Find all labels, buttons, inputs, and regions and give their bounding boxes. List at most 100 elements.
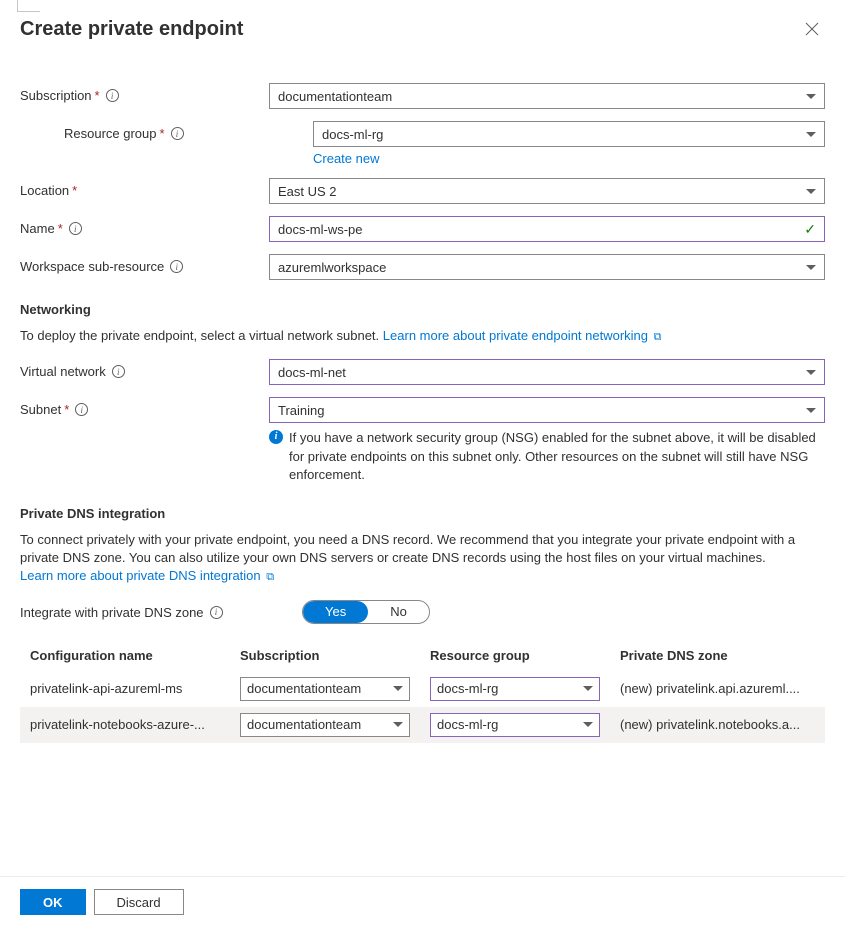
cell-subscription: documentationteam (230, 671, 420, 707)
location-input-col: East US 2 (269, 178, 825, 204)
subresource-row: Workspace sub-resource i azuremlworkspac… (20, 254, 825, 280)
subresource-label-col: Workspace sub-resource i (20, 254, 269, 274)
integrate-dns-label: Integrate with private DNS zone (20, 605, 204, 620)
page-title: Create private endpoint (20, 18, 243, 41)
subnet-input-col: Training i If you have a network securit… (269, 397, 825, 484)
subscription-row: Subscription * i documentationteam (20, 83, 825, 109)
chevron-down-icon (583, 722, 593, 727)
integrate-dns-toggle-col: Yes No (296, 600, 430, 624)
external-link-icon: ⧉ (266, 571, 274, 583)
subnet-label-col: Subnet * i (20, 397, 269, 417)
chevron-down-icon (806, 94, 816, 99)
check-icon: ✓ (804, 221, 816, 238)
cell-subscription: documentationteam (230, 707, 420, 743)
dns-help-text: To connect privately with your private e… (20, 532, 795, 565)
integrate-dns-label-col: Integrate with private DNS zone i (20, 600, 296, 620)
cell-config: privatelink-api-azureml-ms (20, 671, 230, 707)
row-subscription-value: documentationteam (247, 681, 361, 696)
subnet-value: Training (278, 403, 324, 418)
panel-header: Create private endpoint (20, 18, 825, 43)
dns-learn-more-link[interactable]: Learn more about private DNS integration… (20, 568, 274, 583)
info-icon[interactable]: i (112, 365, 125, 378)
footer: OK Discard (0, 876, 845, 927)
info-icon[interactable]: i (69, 222, 82, 235)
vnet-row: Virtual network i docs-ml-net (20, 359, 825, 385)
vnet-select[interactable]: docs-ml-net (269, 359, 825, 385)
integrate-dns-toggle: Yes No (302, 600, 430, 624)
chevron-down-icon (806, 408, 816, 413)
subnet-label: Subnet (20, 402, 61, 417)
indent-connector (17, 0, 40, 12)
subresource-value: azuremlworkspace (278, 260, 386, 275)
cell-rg: docs-ml-rg (420, 671, 610, 707)
row-subscription-select[interactable]: documentationteam (240, 713, 410, 737)
row-rg-select[interactable]: docs-ml-rg (430, 677, 600, 701)
vnet-label-col: Virtual network i (20, 359, 269, 379)
row-subscription-select[interactable]: documentationteam (240, 677, 410, 701)
th-rg: Resource group (420, 640, 610, 671)
chevron-down-icon (806, 370, 816, 375)
row-rg-select[interactable]: docs-ml-rg (430, 713, 600, 737)
networking-help: To deploy the private endpoint, select a… (20, 327, 825, 345)
vnet-input-col: docs-ml-net (269, 359, 825, 385)
th-config: Configuration name (20, 640, 230, 671)
chevron-down-icon (806, 132, 816, 137)
location-select[interactable]: East US 2 (269, 178, 825, 204)
location-value: East US 2 (278, 184, 337, 199)
required-asterisk: * (58, 221, 63, 236)
name-input-col: docs-ml-ws-pe ✓ (269, 216, 825, 242)
name-label: Name (20, 221, 55, 236)
info-icon[interactable]: i (170, 260, 183, 273)
nsg-info: i If you have a network security group (… (269, 429, 825, 484)
resource-group-value: docs-ml-rg (322, 127, 383, 142)
name-row: Name * i docs-ml-ws-pe ✓ (20, 216, 825, 242)
dns-heading: Private DNS integration (20, 506, 825, 521)
name-input[interactable]: docs-ml-ws-pe ✓ (269, 216, 825, 242)
name-label-col: Name * i (20, 216, 269, 236)
resource-group-label: Resource group (64, 126, 157, 141)
info-icon[interactable]: i (106, 89, 119, 102)
toggle-no[interactable]: No (368, 601, 429, 623)
info-icon[interactable]: i (171, 127, 184, 140)
required-asterisk: * (72, 183, 77, 198)
subscription-select[interactable]: documentationteam (269, 83, 825, 109)
vnet-label: Virtual network (20, 364, 106, 379)
info-icon[interactable]: i (75, 403, 88, 416)
resource-group-select[interactable]: docs-ml-rg (313, 121, 825, 147)
create-new-link[interactable]: Create new (313, 151, 379, 166)
subscription-input-col: documentationteam (269, 83, 825, 109)
networking-learn-more-link[interactable]: Learn more about private endpoint networ… (383, 328, 662, 343)
row-rg-value: docs-ml-rg (437, 681, 498, 696)
info-icon[interactable]: i (210, 606, 223, 619)
networking-learn-more-text: Learn more about private endpoint networ… (383, 328, 648, 343)
location-row: Location * East US 2 (20, 178, 825, 204)
subscription-value: documentationteam (278, 89, 392, 104)
subscription-label: Subscription (20, 88, 92, 103)
external-link-icon: ⧉ (654, 331, 662, 343)
toggle-yes[interactable]: Yes (303, 601, 368, 623)
close-button[interactable] (799, 18, 825, 43)
th-zone: Private DNS zone (610, 640, 825, 671)
integrate-dns-row: Integrate with private DNS zone i Yes No (20, 600, 825, 624)
chevron-down-icon (393, 686, 403, 691)
table-header-row: Configuration name Subscription Resource… (20, 640, 825, 671)
close-icon (805, 22, 819, 36)
ok-button[interactable]: OK (20, 889, 86, 915)
discard-button[interactable]: Discard (94, 889, 184, 915)
resource-group-label-col: Resource group * i (64, 121, 313, 141)
subscription-label-col: Subscription * i (20, 83, 269, 103)
nsg-note-text: If you have a network security group (NS… (289, 429, 825, 484)
name-value: docs-ml-ws-pe (278, 222, 363, 237)
networking-help-text: To deploy the private endpoint, select a… (20, 328, 379, 343)
subresource-select[interactable]: azuremlworkspace (269, 254, 825, 280)
required-asterisk: * (160, 126, 165, 141)
location-label-col: Location * (20, 178, 269, 198)
chevron-down-icon (583, 686, 593, 691)
vnet-value: docs-ml-net (278, 365, 346, 380)
location-label: Location (20, 183, 69, 198)
networking-heading: Networking (20, 302, 825, 317)
resource-group-row: Resource group * i docs-ml-rg Create new (20, 121, 825, 166)
subnet-select[interactable]: Training (269, 397, 825, 423)
required-asterisk: * (64, 402, 69, 417)
chevron-down-icon (806, 189, 816, 194)
